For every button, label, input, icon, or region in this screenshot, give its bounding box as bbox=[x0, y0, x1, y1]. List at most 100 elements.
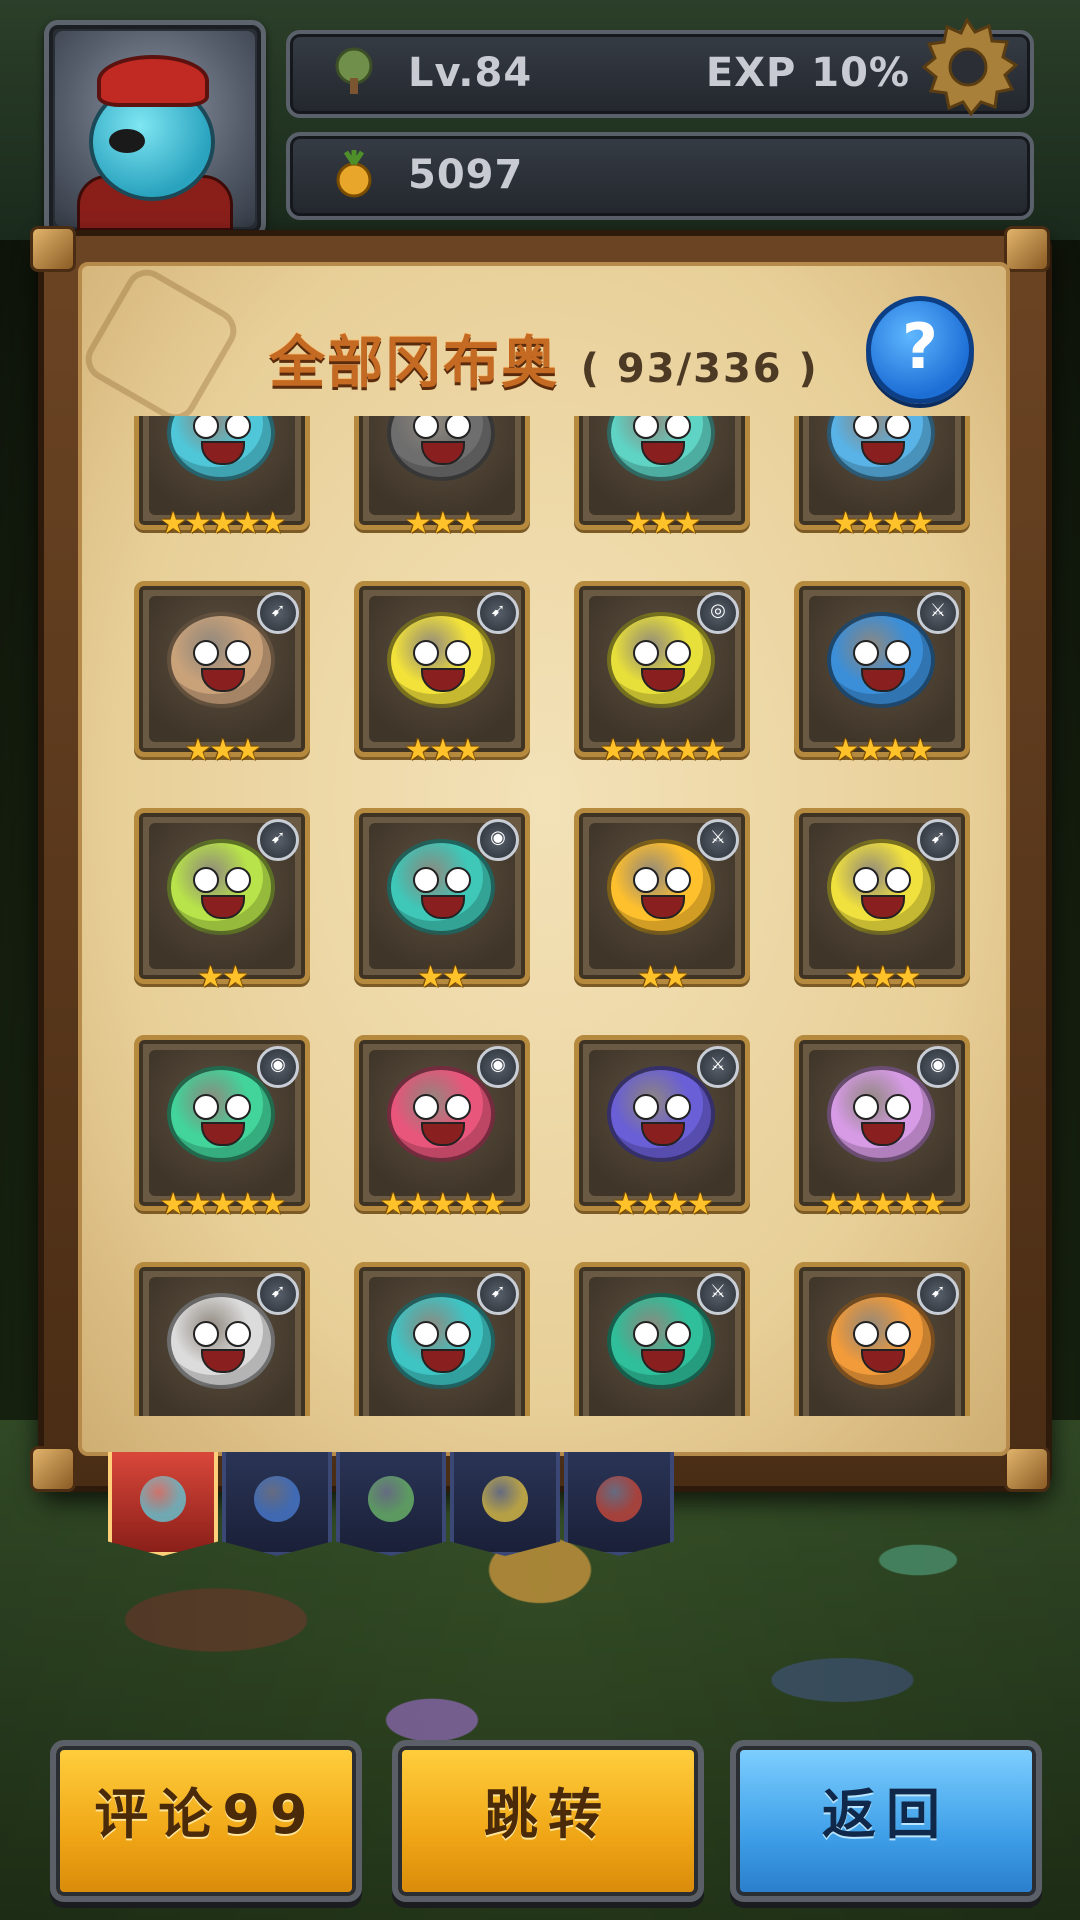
creature-mouth bbox=[641, 668, 685, 692]
settings-gear-icon[interactable] bbox=[912, 12, 1022, 122]
element-badge-icon: ◉ bbox=[477, 819, 519, 861]
creature-card[interactable]: ◎ ★★★★★ bbox=[574, 581, 750, 768]
collection-title-text: 全部冈布奥 bbox=[269, 331, 560, 396]
element-badge-icon: ◉ bbox=[477, 1046, 519, 1088]
creature-card[interactable]: ★★★★★ bbox=[134, 416, 310, 541]
creature-eye bbox=[413, 1094, 439, 1120]
creature-mouth bbox=[421, 1349, 465, 1373]
creature-card[interactable]: ★★★ bbox=[574, 416, 750, 541]
creature-card[interactable]: ➹ ★★★ bbox=[134, 581, 310, 768]
exp-percent: EXP 10% bbox=[705, 50, 910, 96]
creature-card[interactable]: ★★★★ bbox=[794, 416, 970, 541]
creature-portrait bbox=[827, 612, 935, 708]
creature-eye bbox=[853, 867, 879, 893]
creature-eye bbox=[633, 867, 659, 893]
creature-card[interactable]: ⚔ ★★★★ bbox=[794, 581, 970, 768]
star-rating: ★★★★ bbox=[832, 733, 934, 768]
creature-eye bbox=[853, 1094, 879, 1120]
creature-eye bbox=[413, 867, 439, 893]
creature-card[interactable]: ⚔ ★★ bbox=[574, 808, 750, 995]
eye-patch-icon bbox=[109, 129, 145, 153]
element-badge-icon: ⚔ bbox=[697, 1273, 739, 1315]
creature-eye bbox=[885, 640, 911, 666]
element-badge-icon: ◉ bbox=[257, 1046, 299, 1088]
creature-card[interactable]: ◉ ★★★★★ bbox=[794, 1035, 970, 1222]
panel-corner bbox=[1004, 1446, 1050, 1492]
jump-button[interactable]: 跳转 bbox=[392, 1740, 704, 1902]
tab-blue[interactable] bbox=[222, 1452, 332, 1556]
creature-portrait bbox=[387, 1066, 495, 1162]
star-rating: ★★ bbox=[197, 960, 249, 995]
panel-corner bbox=[30, 226, 76, 272]
panel-corner bbox=[30, 1446, 76, 1492]
creature-eye bbox=[665, 1094, 691, 1120]
creature-card[interactable]: ➹ ★★★★ bbox=[794, 1262, 970, 1416]
back-button[interactable]: 返回 bbox=[730, 1740, 1042, 1902]
creature-portrait bbox=[167, 839, 275, 935]
creature-eye bbox=[853, 1321, 879, 1347]
element-badge-icon: ⚔ bbox=[697, 1046, 739, 1088]
creature-card[interactable]: ➹ ★★ bbox=[134, 808, 310, 995]
tab-yellow[interactable] bbox=[450, 1452, 560, 1556]
creature-eye bbox=[445, 416, 471, 439]
creature-card[interactable]: ★★★ bbox=[354, 416, 530, 541]
creature-grid-scroll[interactable]: ★★★★★ ★★★ ★★★ ★★★★ ➹ ★★★ ➹ ★★★ ◎ ★★★★★ ⚔ ★★★★ ➹ ★★ ◉ ★★… bbox=[82, 416, 1006, 1416]
creature-card[interactable]: ➹ ★★★ bbox=[354, 581, 530, 768]
star-rating: ★★ bbox=[417, 960, 469, 995]
star-rating: ★★★★ bbox=[832, 506, 934, 541]
panel-corner bbox=[1004, 226, 1050, 272]
tab-all[interactable] bbox=[108, 1452, 218, 1556]
tab-red[interactable] bbox=[564, 1452, 674, 1556]
fruit-icon bbox=[336, 150, 372, 198]
element-badge-icon: ➹ bbox=[257, 592, 299, 634]
creature-card[interactable]: ➹ ★★★★★ bbox=[354, 1262, 530, 1416]
creature-card[interactable]: ➹ ★★★★ bbox=[134, 1262, 310, 1416]
star-rating: ★★★ bbox=[404, 506, 482, 541]
creature-mouth bbox=[201, 1349, 245, 1373]
creature-card[interactable]: ◉ ★★★★★ bbox=[354, 1035, 530, 1222]
element-badge-icon: ➹ bbox=[917, 1273, 959, 1315]
creature-eye bbox=[225, 1094, 251, 1120]
creature-eye bbox=[225, 1321, 251, 1347]
creature-eye bbox=[665, 867, 691, 893]
creature-eye bbox=[445, 640, 471, 666]
creature-eye bbox=[225, 416, 251, 439]
tab-creature-icon bbox=[482, 1476, 528, 1522]
creature-card[interactable]: ◉ ★★★★★ bbox=[134, 1035, 310, 1222]
creature-mouth bbox=[201, 441, 245, 465]
fruit-count: 5097 bbox=[408, 152, 524, 198]
creature-eye bbox=[413, 640, 439, 666]
star-rating: ★★★★★ bbox=[819, 1187, 946, 1222]
star-rating: ★★★ bbox=[404, 733, 482, 768]
creature-eye bbox=[633, 640, 659, 666]
creature-card[interactable]: ⚔ ★★★★ bbox=[574, 1262, 750, 1416]
creature-card[interactable]: ➹ ★★★ bbox=[794, 808, 970, 995]
creature-eye bbox=[665, 416, 691, 439]
creature-eye bbox=[445, 867, 471, 893]
creature-portrait bbox=[607, 612, 715, 708]
tab-green[interactable] bbox=[336, 1452, 446, 1556]
creature-card[interactable]: ◉ ★★ bbox=[354, 808, 530, 995]
creature-mouth bbox=[861, 1349, 905, 1373]
creature-eye bbox=[193, 416, 219, 439]
creature-eye bbox=[633, 1094, 659, 1120]
creature-eye bbox=[445, 1094, 471, 1120]
creature-portrait bbox=[167, 1066, 275, 1162]
creature-card[interactable]: ⚔ ★★★★ bbox=[574, 1035, 750, 1222]
collection-count: ( 93/336 ) bbox=[580, 346, 819, 392]
element-badge-icon: ⚔ bbox=[697, 819, 739, 861]
creature-mouth bbox=[421, 441, 465, 465]
star-rating: ★★★★★ bbox=[379, 1187, 506, 1222]
element-badge-icon: ➹ bbox=[477, 1273, 519, 1315]
comment-button[interactable]: 评论99 bbox=[50, 1740, 362, 1902]
creature-mouth bbox=[861, 895, 905, 919]
creature-portrait bbox=[167, 1293, 275, 1389]
element-badge-icon: ➹ bbox=[257, 819, 299, 861]
star-rating: ★★★ bbox=[184, 733, 262, 768]
creature-portrait bbox=[827, 839, 935, 935]
element-badge-icon: ◎ bbox=[697, 592, 739, 634]
help-button[interactable]: ? bbox=[866, 296, 974, 404]
creature-portrait bbox=[607, 839, 715, 935]
player-avatar[interactable] bbox=[44, 20, 266, 238]
creature-mouth bbox=[201, 1122, 245, 1146]
